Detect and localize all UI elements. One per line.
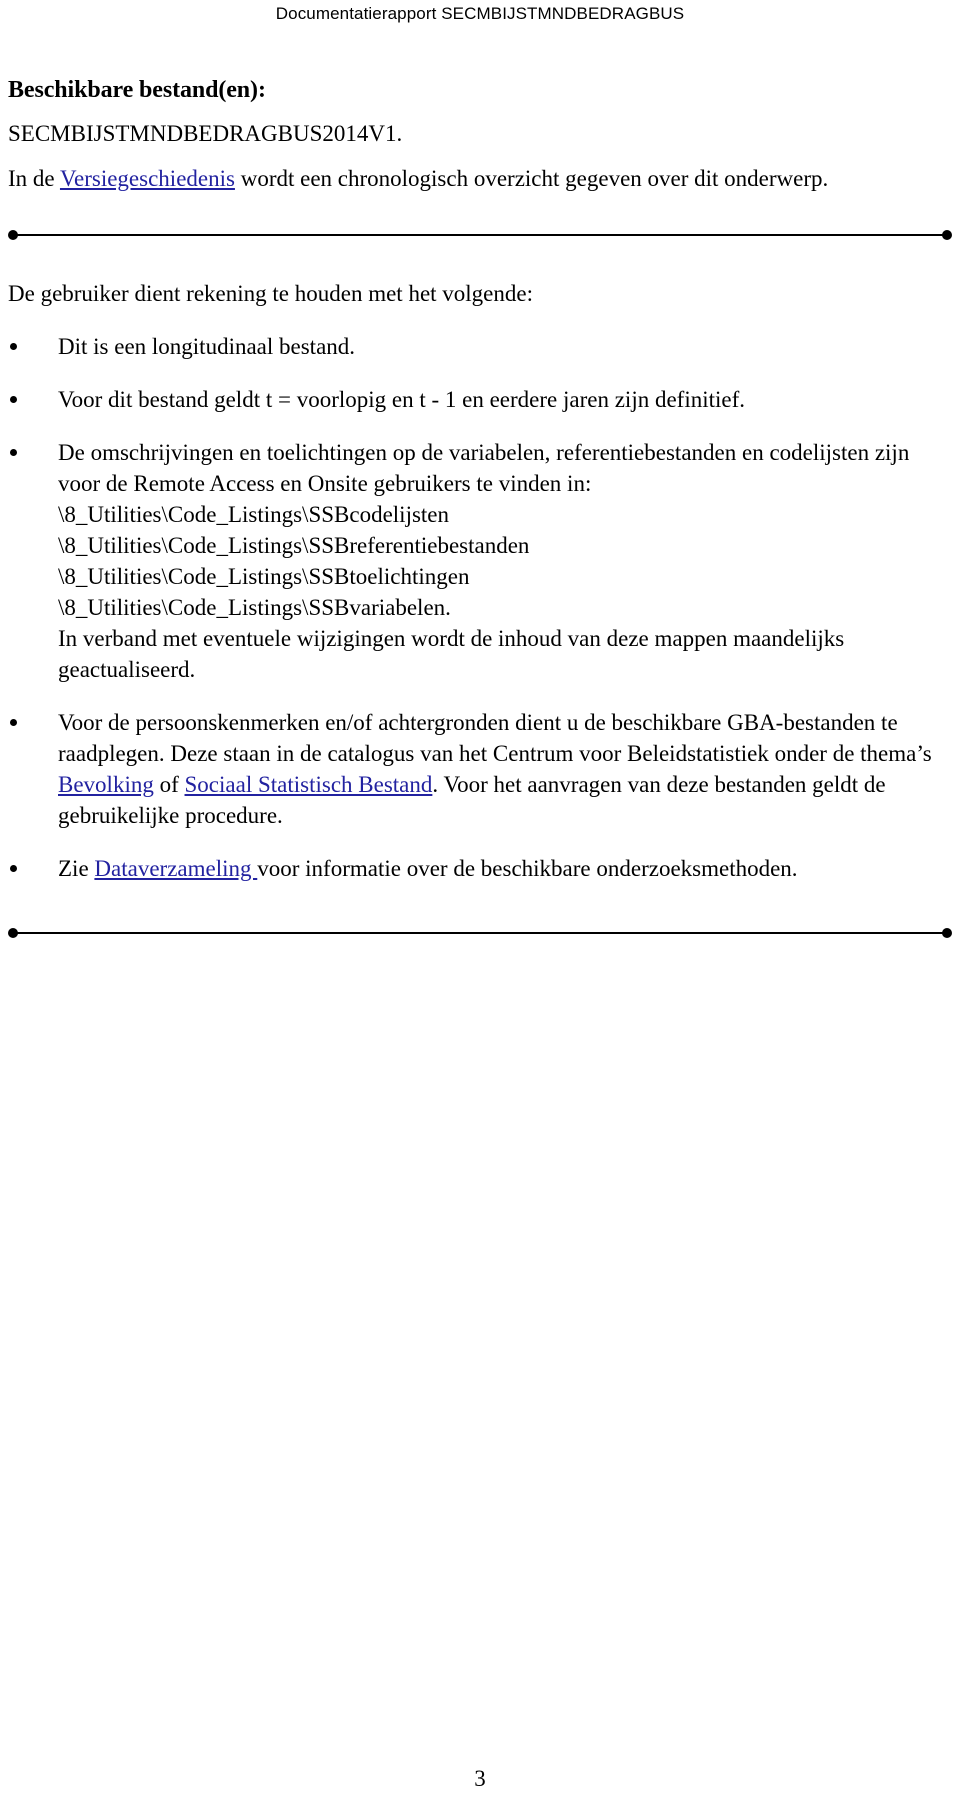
code-listing-path: \8_Utilities\Code_Listings\SSBtoelichtin… xyxy=(58,564,470,589)
link-sociaal-statistisch-bestand[interactable]: Sociaal Statistisch Bestand xyxy=(185,772,433,797)
divider-line xyxy=(12,234,948,236)
version-history-prefix: In de xyxy=(8,166,60,191)
note-dataverzameling-prefix: Zie xyxy=(58,856,95,881)
list-item: Dit is een longitudinaal bestand. xyxy=(8,331,952,362)
list-item: Zie Dataverzameling voor informatie over… xyxy=(8,853,952,884)
note-omschrijvingen-body: De omschrijvingen en toelichtingen op de… xyxy=(58,440,952,682)
note-dataverzameling-suffix: voor informatie over de beschikbare onde… xyxy=(257,856,798,881)
version-history-paragraph: In de Versiegeschiedenis wordt een chron… xyxy=(8,163,952,194)
note-gba-body: Voor de persoonskenmerken en/of achtergr… xyxy=(58,710,932,828)
link-versiegeschiedenis[interactable]: Versiegeschiedenis xyxy=(60,166,235,191)
page-number: 3 xyxy=(474,1766,486,1791)
note-t-definitief-text: Voor dit bestand geldt t = voorlopig en … xyxy=(58,387,746,412)
notes-list: Dit is een longitudinaal bestand. Voor d… xyxy=(8,331,952,884)
document-page: Documentatierapport SECMBIJSTMNDBEDRAGBU… xyxy=(0,0,960,1804)
link-dataverzameling[interactable]: Dataverzameling xyxy=(94,856,257,881)
list-item: Voor de persoonskenmerken en/of achtergr… xyxy=(8,707,952,831)
version-history-suffix: wordt een chronologisch overzicht gegeve… xyxy=(234,166,829,191)
code-listing-path: \8_Utilities\Code_Listings\SSBreferentie… xyxy=(58,533,530,558)
note-gba-part2: of xyxy=(153,772,185,797)
heading-available-files: Beschikbare bestand(en): xyxy=(8,77,266,103)
running-header-title: Documentatierapport SECMBIJSTMNDBEDRAGBU… xyxy=(275,4,685,23)
list-item: De omschrijvingen en toelichtingen op de… xyxy=(8,437,952,685)
divider-dot-right-icon xyxy=(942,928,952,938)
section-divider-bottom xyxy=(8,926,952,940)
divider-line xyxy=(12,932,948,934)
note-dataverzameling-body: Zie Dataverzameling voor informatie over… xyxy=(58,856,798,881)
bullet-dot-icon xyxy=(10,396,17,403)
link-bevolking[interactable]: Bevolking xyxy=(58,772,154,797)
divider-dot-right-icon xyxy=(942,230,952,240)
bullet-dot-icon xyxy=(10,865,17,872)
notes-lead-in: De gebruiker dient rekening te houden me… xyxy=(8,281,533,306)
bullet-dot-icon xyxy=(10,719,17,726)
code-listing-path: \8_Utilities\Code_Listings\SSBvariabelen… xyxy=(58,595,451,620)
list-item: Voor dit bestand geldt t = voorlopig en … xyxy=(8,384,952,415)
bullet-dot-icon xyxy=(10,343,17,350)
note-omschrijvingen-outro: In verband met eventuele wijzigingen wor… xyxy=(58,626,845,682)
section-divider-top xyxy=(8,228,952,242)
available-file-name: SECMBIJSTMNDBEDRAGBUS2014V1. xyxy=(8,121,403,146)
note-gba-part1: Voor de persoonskenmerken en/of achtergr… xyxy=(58,710,932,766)
note-longitudinal-text: Dit is een longitudinaal bestand. xyxy=(58,334,356,359)
note-omschrijvingen-intro: De omschrijvingen en toelichtingen op de… xyxy=(58,440,910,496)
bullet-dot-icon xyxy=(10,449,17,456)
code-listing-path: \8_Utilities\Code_Listings\SSBcodelijste… xyxy=(58,502,450,527)
document-body: Beschikbare bestand(en): SECMBIJSTMNDBED… xyxy=(8,78,952,940)
